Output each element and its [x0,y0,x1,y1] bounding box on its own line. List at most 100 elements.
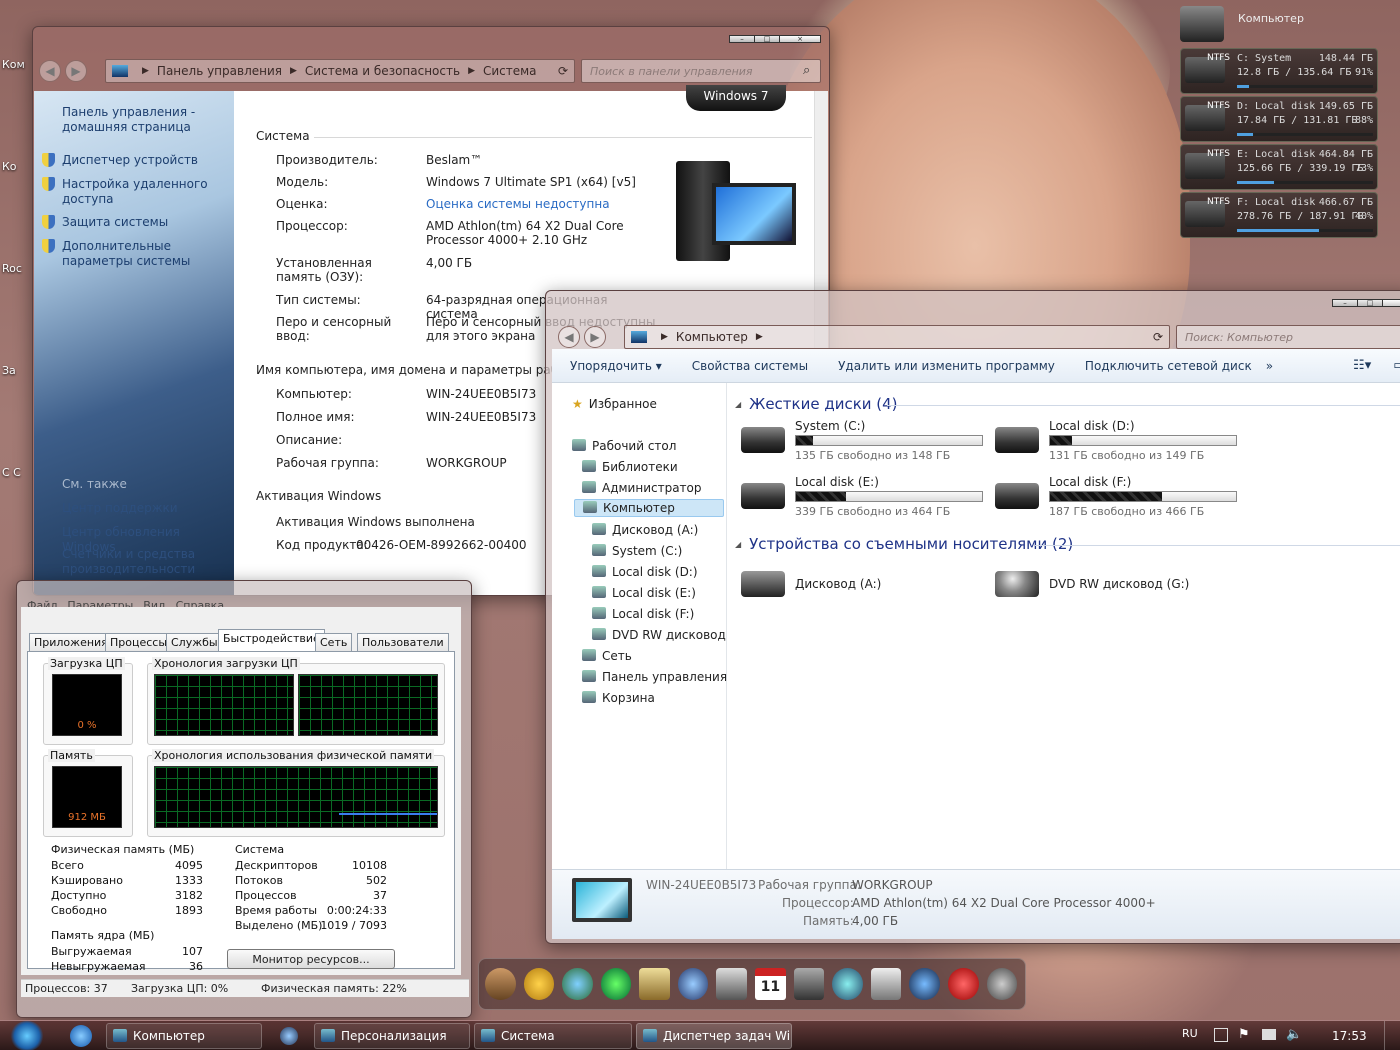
drive-tile[interactable]: Local disk (E:) 339 ГБ свободно из 464 ГБ [741,475,991,521]
device-manager-link[interactable]: Диспетчер устройств [62,153,230,168]
search-icon[interactable]: ⌕ [803,63,810,78]
maximize-button[interactable]: □ [754,35,780,43]
address-bar[interactable]: ▶ Панель управления ▶ Система и безопасно… [105,59,575,83]
breadcrumb-item[interactable]: Панель управления [157,64,282,78]
volume-icon[interactable]: 🔈 [1286,1027,1302,1042]
tab-processes[interactable]: Процессы [105,633,173,651]
settings-icon[interactable] [986,968,1018,1000]
breadcrumb-item[interactable]: Система [483,64,537,78]
taskbar-button-computer[interactable]: Компьютер [106,1023,262,1049]
preview-pane-icon[interactable]: ▭ [1393,358,1400,373]
breadcrumb-item[interactable]: Компьютер [676,330,748,344]
nav-desktop[interactable]: Рабочий стол [572,439,676,453]
map-network-drive-button[interactable]: Подключить сетевой диск [1085,359,1252,373]
scanner-icon[interactable] [523,968,555,1000]
drive-tile[interactable]: System (C:) 135 ГБ свободно из 148 ГБ [741,419,991,465]
nav-dvd-drive[interactable]: DVD RW дисковод (G:) [592,628,726,642]
uninstall-program-button[interactable]: Удалить или изменить программу [838,359,1055,373]
maximize-button[interactable]: □ [1357,299,1383,307]
tab-networking[interactable]: Сеть [315,633,353,651]
nav-administrator[interactable]: Администратор [582,481,702,495]
forward-button[interactable]: ▶ [584,326,606,348]
clock[interactable]: 17:53 [1332,1029,1367,1043]
breadcrumb-item[interactable]: Система и безопасность [305,64,460,78]
dvd-drive-tile[interactable]: DVD RW дисковод (G:) [995,563,1245,609]
language-indicator[interactable]: RU [1182,1027,1198,1040]
nav-network[interactable]: Сеть [582,649,632,663]
network-tray-icon[interactable] [1262,1029,1276,1040]
close-button[interactable]: × [779,35,821,43]
refresh-icon[interactable]: ⟳ [558,64,568,78]
back-button[interactable]: ◀ [558,326,580,348]
users-icon[interactable] [600,968,632,1000]
removable-group-header[interactable]: Устройства со съемными носителями (2) [735,535,1073,553]
performance-link[interactable]: Счетчики и средства производительности [62,547,230,577]
nav-floppy[interactable]: Дисковод (A:) [592,523,698,537]
nav-drive-e[interactable]: Local disk (E:) [592,586,696,600]
more-commands-button[interactable]: » [1266,359,1273,373]
taskbar-button-system[interactable]: Система [474,1023,632,1049]
nav-drive-c[interactable]: System (C:) [592,544,682,558]
hard-disks-group-header[interactable]: Жесткие диски (4) [735,395,897,413]
tab-users[interactable]: Пользователи [357,633,449,651]
action-center-link[interactable]: Центр поддержки [62,501,230,516]
recycle-bin-icon[interactable] [870,968,902,1000]
globe-icon[interactable] [562,968,593,1000]
refresh-icon[interactable]: ⟳ [1153,330,1163,344]
floppy-drive-tile[interactable]: Дисковод (A:) [741,563,991,609]
action-center-flag-icon[interactable]: ⚑ [1238,1027,1250,1042]
desktop-icon-ko[interactable]: Ко [2,160,32,173]
tab-performance[interactable]: Быстродействие [218,629,325,651]
browser-icon[interactable] [677,968,709,1000]
tools-icon[interactable] [485,968,516,1000]
system-field-value[interactable]: Оценка системы недоступна [426,197,662,211]
drive-tile[interactable]: Local disk (D:) 131 ГБ свободно из 149 ГБ [995,419,1245,465]
address-bar[interactable]: ▶ Компьютер ▶ ⟳ [624,325,1170,349]
nav-recycle-bin[interactable]: Корзина [582,691,655,705]
tab-applications[interactable]: Приложения [29,633,113,651]
nav-drive-f[interactable]: Local disk (F:) [592,607,694,621]
calendar-icon[interactable]: 11 [755,968,786,1000]
nav-favorites[interactable]: ★ Избранное [572,397,657,411]
forward-button[interactable]: ▶ [65,60,87,82]
media-icon[interactable] [832,968,863,1000]
user-icon [582,481,596,493]
organize-button[interactable]: Упорядочить ▾ [570,359,662,373]
desktop-icon-za[interactable]: За [2,364,32,377]
power-icon[interactable] [947,968,979,1000]
nav-control-panel[interactable]: Панель управления [582,670,727,684]
search-input[interactable]: Поиск в панели управления [581,59,821,83]
nav-computer[interactable]: Компьютер [574,499,724,517]
show-hidden-icons[interactable] [1214,1028,1228,1042]
drive-usage-bar [795,491,983,502]
minimize-button[interactable]: – [1332,299,1358,307]
search-input[interactable]: Поиск: Компьютер [1176,325,1400,349]
picture-icon[interactable] [639,968,670,1000]
nav-libraries[interactable]: Библиотеки [582,460,678,474]
desktop-icon-roc[interactable]: Roc [2,262,32,275]
control-panel-home-link[interactable]: Панель управления - домашняя страница [62,105,230,135]
desktop-icon-computer[interactable]: Ком [2,58,32,71]
taskbar-button-personalization[interactable]: Персонализация [314,1023,470,1049]
minimize-button[interactable]: – [729,35,755,43]
system-protection-link[interactable]: Защита системы [62,215,230,230]
drive-tile[interactable]: Local disk (F:) 187 ГБ свободно из 466 ГБ [995,475,1245,521]
taskbar-button-task-manager[interactable]: Диспетчер задач Wi... [636,1023,792,1049]
phone-icon[interactable] [716,968,748,1000]
remote-settings-link[interactable]: Настройка удаленного доступа [62,177,230,207]
desktop-icon-s[interactable]: С С [2,466,32,479]
printer-icon[interactable] [793,968,825,1000]
nav-drive-d[interactable]: Local disk (D:) [592,565,698,579]
start-button[interactable] [10,1021,44,1050]
show-desktop-button[interactable] [1384,1021,1400,1050]
compass-icon[interactable] [909,968,940,1000]
internet-explorer-icon[interactable] [70,1025,92,1047]
back-button[interactable]: ◀ [39,60,61,82]
advanced-settings-link[interactable]: Дополнительные параметры системы [62,239,230,269]
tab-services[interactable]: Службы [166,633,223,651]
resource-monitor-button[interactable]: Монитор ресурсов... [227,949,395,969]
view-options-icon[interactable]: ☷▾ [1353,358,1371,373]
close-button[interactable]: × [1382,299,1400,307]
system-properties-button[interactable]: Свойства системы [692,359,808,373]
media-player-icon[interactable] [280,1027,298,1045]
